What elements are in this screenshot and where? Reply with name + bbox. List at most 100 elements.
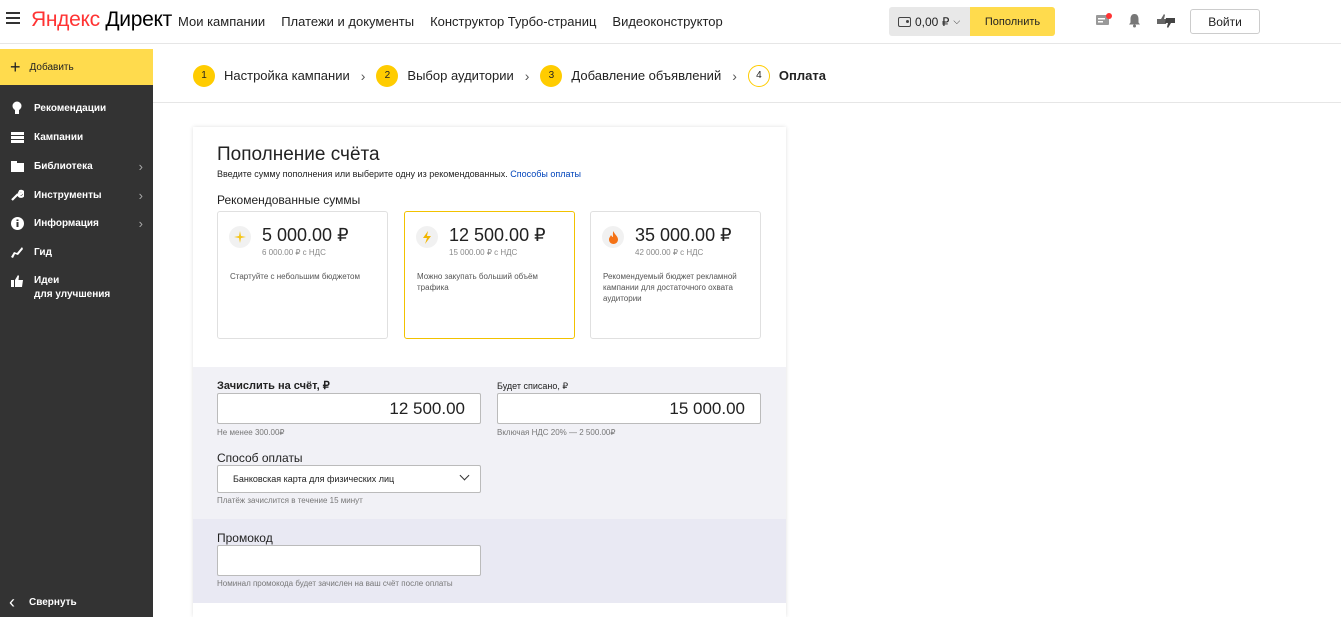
amount-vat: 15 000.00 ₽ с НДС [449,248,518,257]
sparkle-icon [229,226,251,248]
guide-icon [9,245,25,259]
chevron-right-icon: › [524,67,530,84]
top-nav: Мои кампании Платежи и документы Констру… [178,14,723,29]
bell-icon[interactable] [1125,13,1143,29]
messages-icon[interactable] [1094,13,1112,29]
sidebar-item-ideas[interactable]: Идеи для улучшения [0,270,153,306]
balance-dropdown[interactable]: 0,00 ₽ ⌵ [889,7,971,36]
nav-my-campaigns[interactable]: Мои кампании [178,14,265,29]
chevron-down-icon [459,470,470,481]
sidebar-item-label: Инструменты [34,189,102,201]
collapse-sidebar-button[interactable]: ‹ Свернуть [9,593,77,611]
add-button[interactable]: + Добавить [0,49,153,85]
amount-option-large[interactable]: 35 000.00 ₽ 42 000.00 ₽ с НДС Рекомендуе… [590,211,761,339]
info-icon [9,216,25,230]
amount-description: Можно закупать больший объём трафика [417,272,538,292]
amount-vat: 42 000.00 ₽ с НДС [635,248,704,257]
step-number: 4 [747,64,770,87]
payment-methods-link[interactable]: Способы оплаты [510,169,581,179]
subtitle-text: Введите сумму пополнения или выберите од… [217,169,508,179]
chevron-left-icon: ‹ [9,592,15,612]
feedback-icon[interactable] [1155,13,1177,29]
chevron-right-icon: › [138,216,143,231]
sidebar-item-recommendations[interactable]: Рекомендации [0,97,153,119]
chevron-right-icon: › [138,159,143,174]
sidebar-item-label: Информация [34,217,99,229]
sidebar-item-tools[interactable]: Инструменты › [0,184,153,206]
promo-label: Промокод [217,531,273,545]
sidebar-item-label: Гид [34,246,52,258]
step-number: 1 [193,64,215,87]
collapse-label: Свернуть [29,596,77,608]
nav-video-constructor[interactable]: Видеоконструктор [612,14,722,29]
amount-vat: 6 000.00 ₽ с НДС [262,248,326,257]
logo-yandex: Яндекс [31,8,100,31]
payment-method-hint: Платёж зачислится в течение 15 минут [217,496,363,505]
sidebar-item-label-2: для улучшения [34,289,111,300]
amount-option-small[interactable]: 5 000.00 ₽ 6 000.00 ₽ с НДС Стартуйте с … [217,211,388,339]
sidebar-item-information[interactable]: Информация › [0,212,153,234]
login-button[interactable]: Войти [1190,9,1260,34]
amount-value: 35 000.00 ₽ [635,225,732,245]
amount-value: 12 500.00 ₽ [449,225,546,245]
sidebar-item-label-group: Идеи для улучшения [34,274,110,302]
charge-label: Будет списано, ₽ [497,381,569,391]
chevron-right-icon: › [732,67,737,84]
lightning-icon [416,226,438,248]
step-label: Выбор аудитории [407,68,514,83]
sidebar-item-campaigns[interactable]: Кампании [0,126,153,148]
step-campaign-settings[interactable]: 1 Настройка кампании [193,64,350,87]
amount-description: Стартуйте с небольшим бюджетом [230,272,360,281]
wrench-icon [9,188,25,202]
sidebar-item-label: Идеи [34,275,60,286]
chevron-right-icon: › [360,67,366,84]
fire-icon [602,226,624,248]
menu-icon[interactable] [6,12,20,26]
step-number: 3 [540,64,563,87]
step-label: Добавление объявлений [571,68,722,83]
logo[interactable]: Яндекс Директ [31,8,172,32]
sidebar-item-guide[interactable]: Гид [0,241,153,263]
payment-method-value: Банковская карта для физических лиц [233,474,395,484]
recommended-amounts-label: Рекомендованные суммы [217,193,361,207]
step-label: Оплата [778,68,826,83]
step-number: 2 [376,64,399,87]
step-ads[interactable]: 3 Добавление объявлений [540,64,722,87]
sidebar: + Добавить Рекомендации Кампании Библиот… [0,49,153,617]
plus-icon: + [10,57,21,77]
credit-hint: Не менее 300.00₽ [217,428,285,437]
sidebar-item-label: Библиотека [34,160,93,172]
charge-hint: Включая НДС 20% — 2 500.00₽ [497,428,616,437]
lightbulb-icon [9,101,25,115]
topup-subtitle: Введите сумму пополнения или выберите од… [217,169,581,179]
sidebar-item-label: Рекомендации [34,102,107,114]
amount-option-medium[interactable]: 12 500.00 ₽ 15 000.00 ₽ с НДС Можно заку… [404,211,575,339]
topup-card: Пополнение счёта Введите сумму пополнени… [193,127,786,617]
nav-turbo-constructor[interactable]: Конструктор Турбо-страниц [430,14,596,29]
logo-direct: Директ [99,8,172,31]
balance-value: 0,00 ₽ [915,14,950,29]
amount-description: Рекомендуемый бюджет рекламной кампании … [603,272,737,303]
promo-code-input[interactable] [217,545,481,576]
bottom-section [193,603,786,617]
charge-amount-input[interactable]: 15 000.00 [497,393,761,424]
add-button-label: Добавить [29,61,74,73]
step-payment[interactable]: 4 Оплата [747,64,826,87]
sidebar-item-library[interactable]: Библиотека › [0,155,153,177]
step-audience[interactable]: 2 Выбор аудитории [376,64,514,87]
payment-method-select[interactable]: Банковская карта для физических лиц [217,465,481,493]
topup-button[interactable]: Пополнить [970,7,1055,36]
top-header: Яндекс Директ Мои кампании Платежи и док… [0,0,1341,44]
payment-method-label: Способ оплаты [217,451,303,465]
credit-amount-input[interactable]: 12 500.00 [217,393,481,424]
list-icon [9,130,25,144]
credit-label: Зачислить на счёт, ₽ [217,380,330,392]
nav-payments[interactable]: Платежи и документы [281,14,414,29]
thumbs-up-icon [9,274,25,288]
chevron-down-icon: ⌵ [953,16,961,26]
chevron-right-icon: › [138,188,143,203]
library-icon [9,159,25,173]
page-title: Пополнение счёта [217,144,380,165]
wizard-stepper: 1 Настройка кампании › 2 Выбор аудитории… [153,49,1341,103]
amount-value: 5 000.00 ₽ [262,225,349,245]
